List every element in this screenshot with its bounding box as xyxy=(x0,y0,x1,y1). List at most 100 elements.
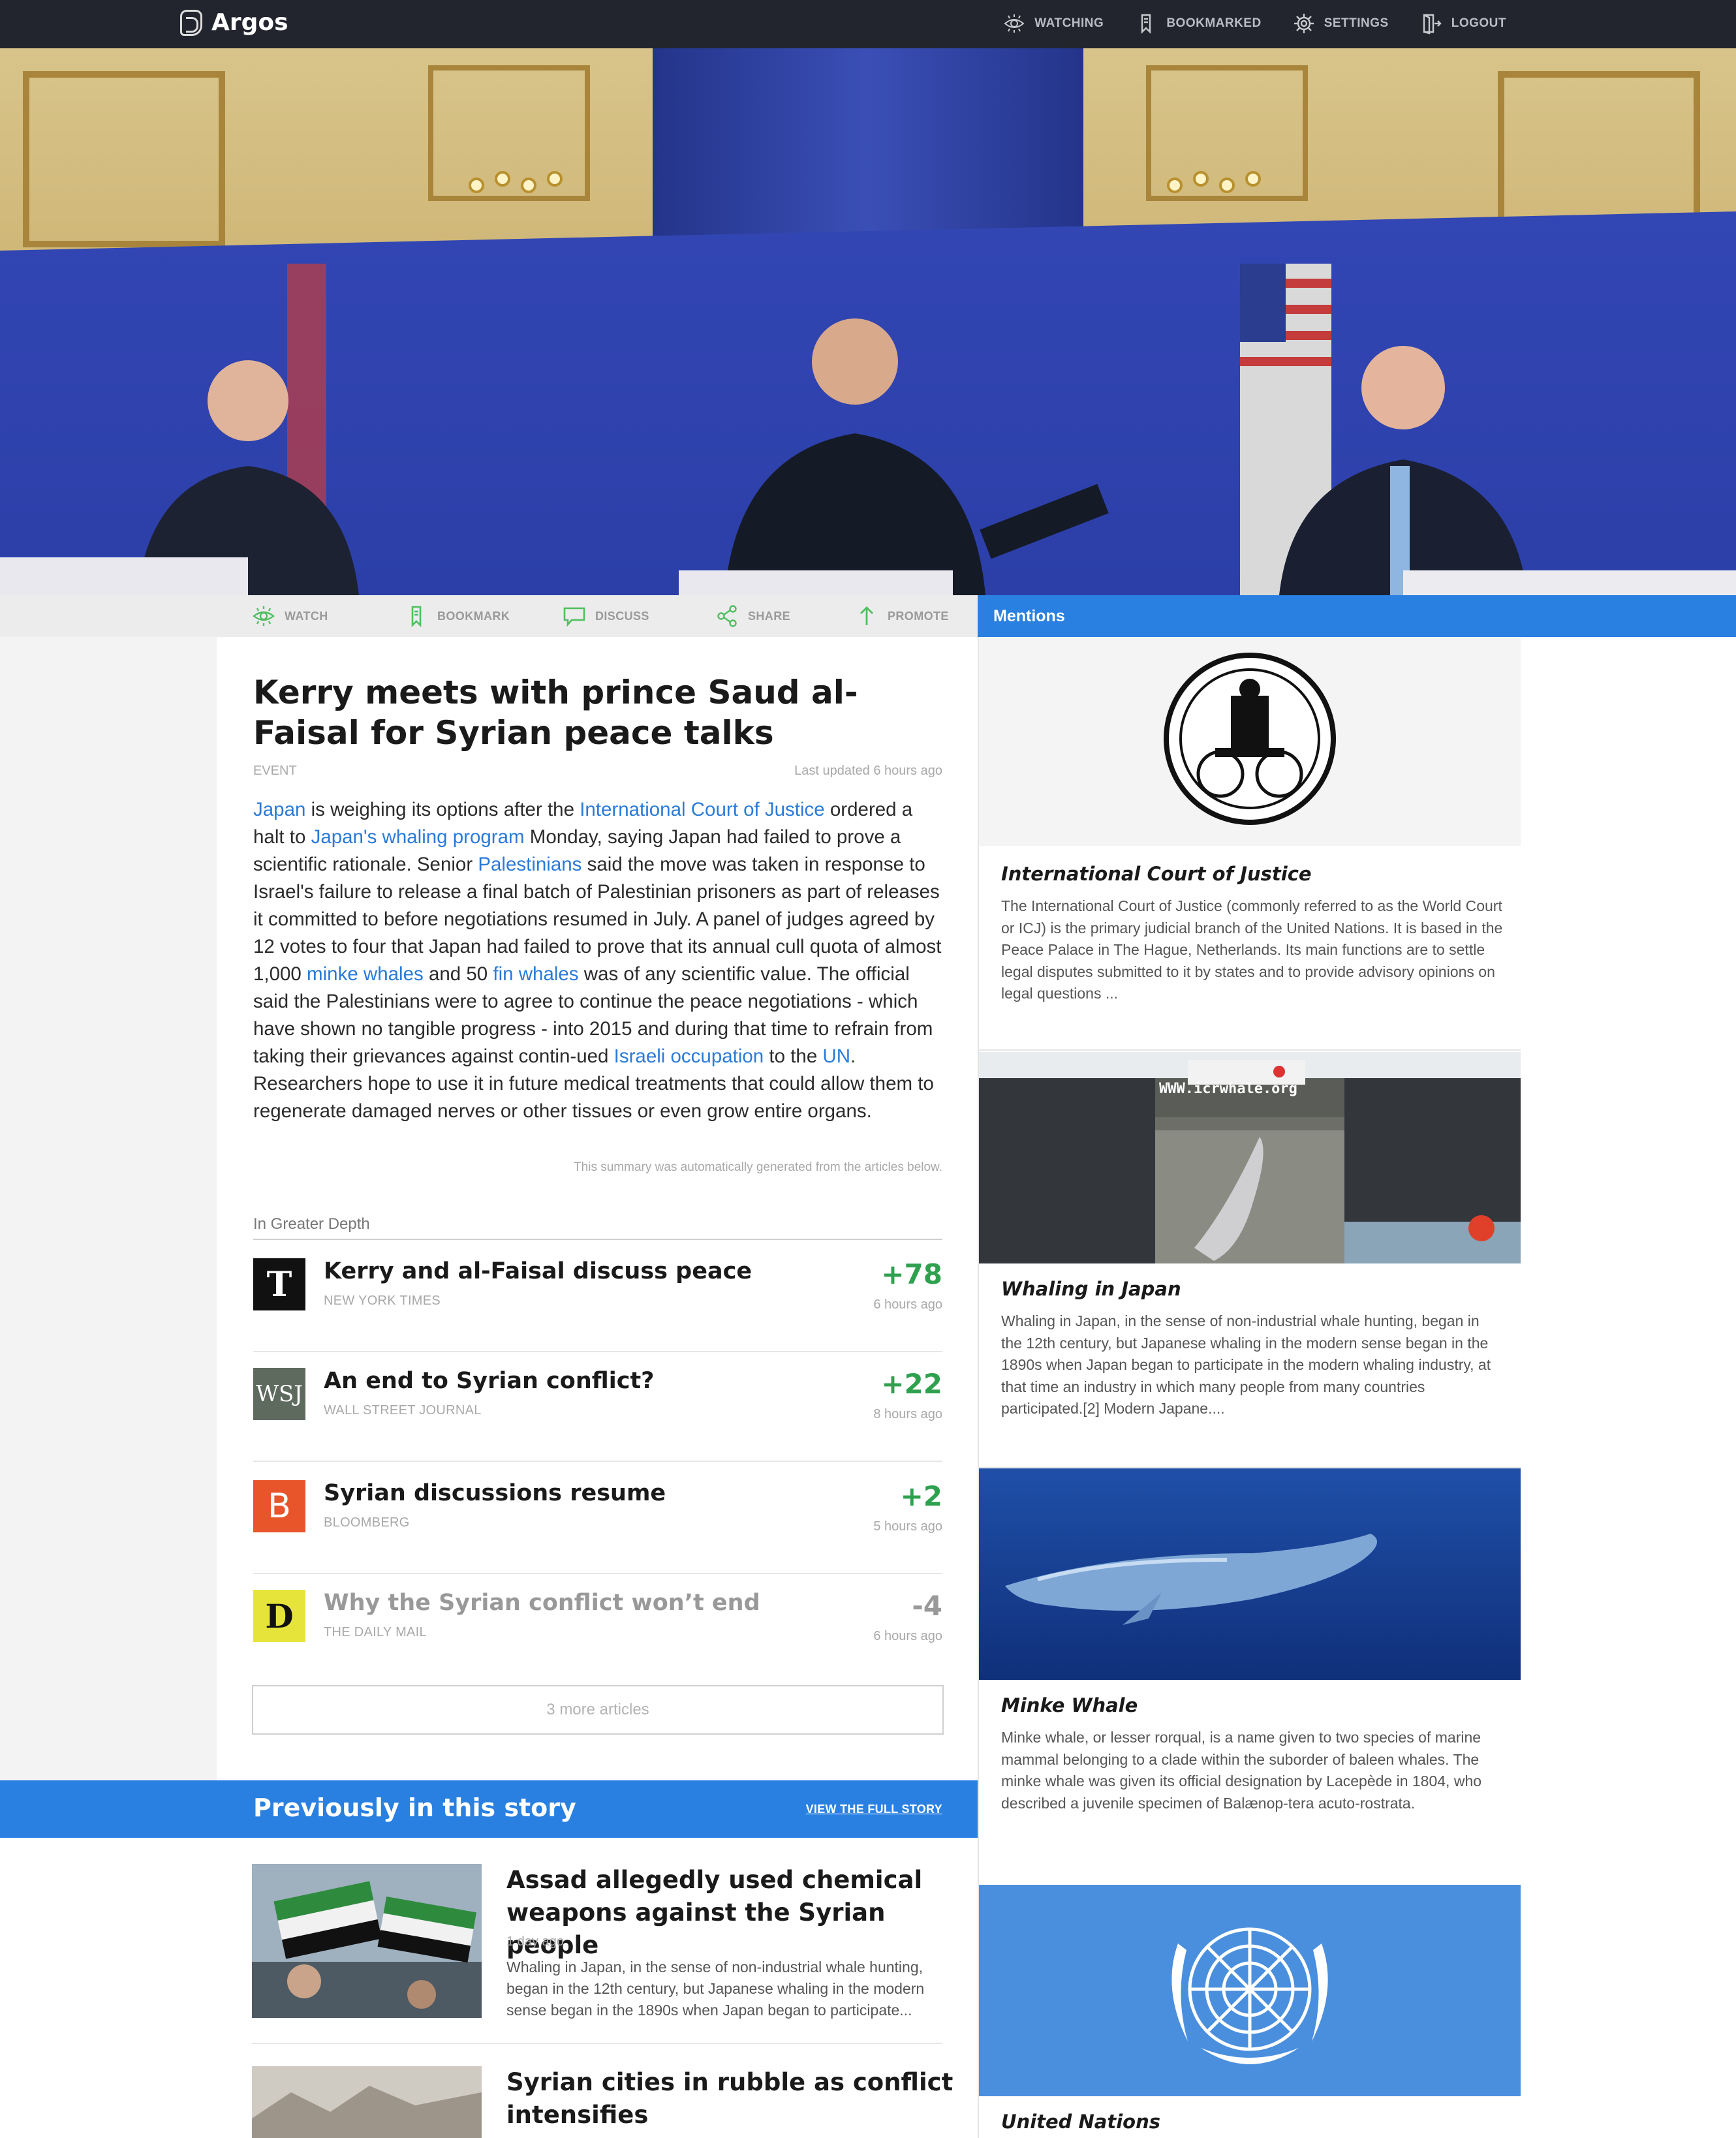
article-score: -4 xyxy=(912,1590,942,1622)
last-updated-label: Last updated 6 hours ago xyxy=(794,764,942,778)
mention-title[interactable]: United Nations xyxy=(1001,2111,1160,2133)
summary-link[interactable]: Palestinians xyxy=(478,854,581,875)
speech-bubble-icon xyxy=(563,607,585,627)
nav-settings[interactable]: SETTINGS xyxy=(1293,12,1389,35)
hero-image xyxy=(0,48,1736,595)
action-bar: WATCH BOOKMARK DISCUSS SHARE PROMOTE xyxy=(0,595,978,637)
top-navigation-bar: Argos WATCHING BOOKMARKED SETTINGS LOGOU… xyxy=(0,0,1736,48)
nav-bookmarked[interactable]: BOOKMARKED xyxy=(1135,12,1261,35)
summary-link[interactable]: minke whales xyxy=(307,963,424,985)
article-row[interactable]: T Kerry and al-Faisal discuss peace NEW … xyxy=(253,1243,942,1352)
mention-title[interactable]: Whaling in Japan xyxy=(1001,1278,1181,1300)
argos-logo-icon xyxy=(180,9,202,36)
watch-button[interactable]: WATCH xyxy=(252,595,328,637)
brand[interactable]: Argos xyxy=(180,9,288,36)
promote-label: PROMOTE xyxy=(888,609,949,623)
article-row[interactable]: D Why the Syrian conflict won’t end THE … xyxy=(253,1574,942,1684)
summary-link[interactable]: International Court of Justice xyxy=(580,799,825,820)
nav-bookmarked-label: BOOKMARKED xyxy=(1166,16,1262,30)
discuss-label: DISCUSS xyxy=(595,609,649,623)
nav-logout-label: LOGOUT xyxy=(1451,16,1506,30)
view-full-story-link[interactable]: VIEW THE FULL STORY xyxy=(731,1803,942,1816)
logout-icon xyxy=(1423,14,1442,35)
bookmark-button[interactable]: BOOKMARK xyxy=(405,595,510,637)
un-emblem-image xyxy=(979,1885,1521,2096)
bookmark-icon xyxy=(411,606,422,628)
right-gutter xyxy=(1521,637,1736,2138)
watch-label: WATCH xyxy=(285,609,328,623)
mention-description: The International Court of Justice (comm… xyxy=(1001,897,1503,1002)
previous-story-item[interactable]: Syrian cities in rubble as conflict inte… xyxy=(252,2066,967,2138)
nav-watching[interactable]: WATCHING xyxy=(1003,12,1104,35)
summary-text: and 50 xyxy=(423,963,493,985)
summary-link[interactable]: Japan's whaling program xyxy=(311,826,525,848)
icj-seal-image xyxy=(979,637,1521,846)
summary-link[interactable]: fin whales xyxy=(493,963,578,985)
nyt-logo-icon: T xyxy=(253,1258,305,1310)
summary-note: This summary was automatically generated… xyxy=(574,1160,942,1174)
bloomberg-logo-icon: B xyxy=(253,1480,305,1532)
bookmark-label: BOOKMARK xyxy=(437,609,510,623)
mention-card[interactable]: United Nations xyxy=(979,1885,1521,2138)
article-row[interactable]: WSJ An end to Syrian conflict? WALL STRE… xyxy=(253,1352,942,1462)
mention-card[interactable]: Minke Whale Minke whale, or lesser rorqu… xyxy=(979,1468,1521,1885)
article-title[interactable]: An end to Syrian conflict? xyxy=(324,1368,654,1394)
article-time: 5 hours ago xyxy=(873,1519,942,1534)
wsj-logo-icon: WSJ xyxy=(253,1368,305,1420)
article-source: WALL STREET JOURNAL xyxy=(324,1403,482,1418)
mention-description: Whaling in Japan, in the sense of non-in… xyxy=(1001,1312,1491,1417)
article-time: 8 hours ago xyxy=(873,1407,942,1421)
arrow-up-icon xyxy=(860,606,873,625)
article-source: NEW YORK TIMES xyxy=(324,1294,441,1308)
image-caption: WWW.icrwhale.org xyxy=(1159,1081,1297,1097)
daily-mail-logo-icon: D xyxy=(253,1590,305,1642)
mention-card[interactable]: WWW.icrwhale.org Whaling in Japan Whalin… xyxy=(979,1052,1521,1468)
previous-story-time: 1 day ago xyxy=(506,1934,564,1949)
mention-description: Minke whale, or lesser rorqual, is a nam… xyxy=(1001,1729,1482,1812)
summary-text: to the xyxy=(764,1046,823,1067)
article-score: +2 xyxy=(900,1480,942,1512)
event-title: Kerry meets with prince Saud al-Faisal f… xyxy=(253,674,858,752)
nav-watching-label: WATCHING xyxy=(1034,16,1104,30)
divider xyxy=(979,1049,1521,1051)
summary-text: is weighing its options after the xyxy=(305,799,580,820)
article-title[interactable]: Syrian discussions resume xyxy=(324,1480,666,1506)
previous-story-headline[interactable]: Syrian cities in rubble as conflict inte… xyxy=(506,2066,963,2131)
brand-name: Argos xyxy=(211,9,288,36)
article-score: +22 xyxy=(881,1368,942,1400)
share-button[interactable]: SHARE xyxy=(715,595,790,637)
share-label: SHARE xyxy=(748,609,791,623)
mention-title[interactable]: International Court of Justice xyxy=(1001,863,1312,885)
mention-card[interactable]: International Court of Justice The Inter… xyxy=(979,637,1521,1051)
article-time: 6 hours ago xyxy=(873,1297,942,1312)
summary-link[interactable]: Israeli occupation xyxy=(614,1046,764,1067)
gear-icon xyxy=(1294,14,1314,33)
share-icon xyxy=(717,605,737,627)
eye-icon xyxy=(253,606,275,626)
article-source: THE DAILY MAIL xyxy=(324,1625,427,1639)
event-summary: Japan is weighing its options after the … xyxy=(253,796,948,1125)
left-gutter xyxy=(0,637,217,1780)
previously-title: Previously in this story xyxy=(253,1793,576,1822)
discuss-button[interactable]: DISCUSS xyxy=(563,595,649,637)
previous-story-thumbnail xyxy=(252,1864,482,2018)
minke-whale-image xyxy=(979,1468,1521,1680)
previous-story-item[interactable]: Assad allegedly used chemical weapons ag… xyxy=(252,1864,967,2019)
promote-button[interactable]: PROMOTE xyxy=(855,595,949,637)
more-articles-button[interactable]: 3 more articles xyxy=(252,1685,944,1735)
article-time: 6 hours ago xyxy=(873,1629,942,1643)
article-source: BLOOMBERG xyxy=(324,1515,410,1530)
mention-title[interactable]: Minke Whale xyxy=(1001,1694,1138,1716)
whaling-ship-image: WWW.icrwhale.org xyxy=(979,1052,1521,1263)
article-title[interactable]: Why the Syrian conflict won’t end xyxy=(324,1590,760,1616)
previous-story-headline[interactable]: Assad allegedly used chemical weapons ag… xyxy=(506,1864,963,1962)
nav-settings-label: SETTINGS xyxy=(1324,16,1389,30)
article-score: +78 xyxy=(881,1258,942,1290)
nav-logout[interactable]: LOGOUT xyxy=(1420,12,1506,35)
article-title[interactable]: Kerry and al-Faisal discuss peace xyxy=(324,1258,752,1284)
summary-link[interactable]: UN xyxy=(822,1046,850,1067)
previous-story-thumbnail xyxy=(252,2066,482,2138)
summary-link[interactable]: Japan xyxy=(253,799,305,820)
article-row[interactable]: B Syrian discussions resume BLOOMBERG +2… xyxy=(253,1464,942,1574)
event-type-label: EVENT xyxy=(253,764,297,778)
